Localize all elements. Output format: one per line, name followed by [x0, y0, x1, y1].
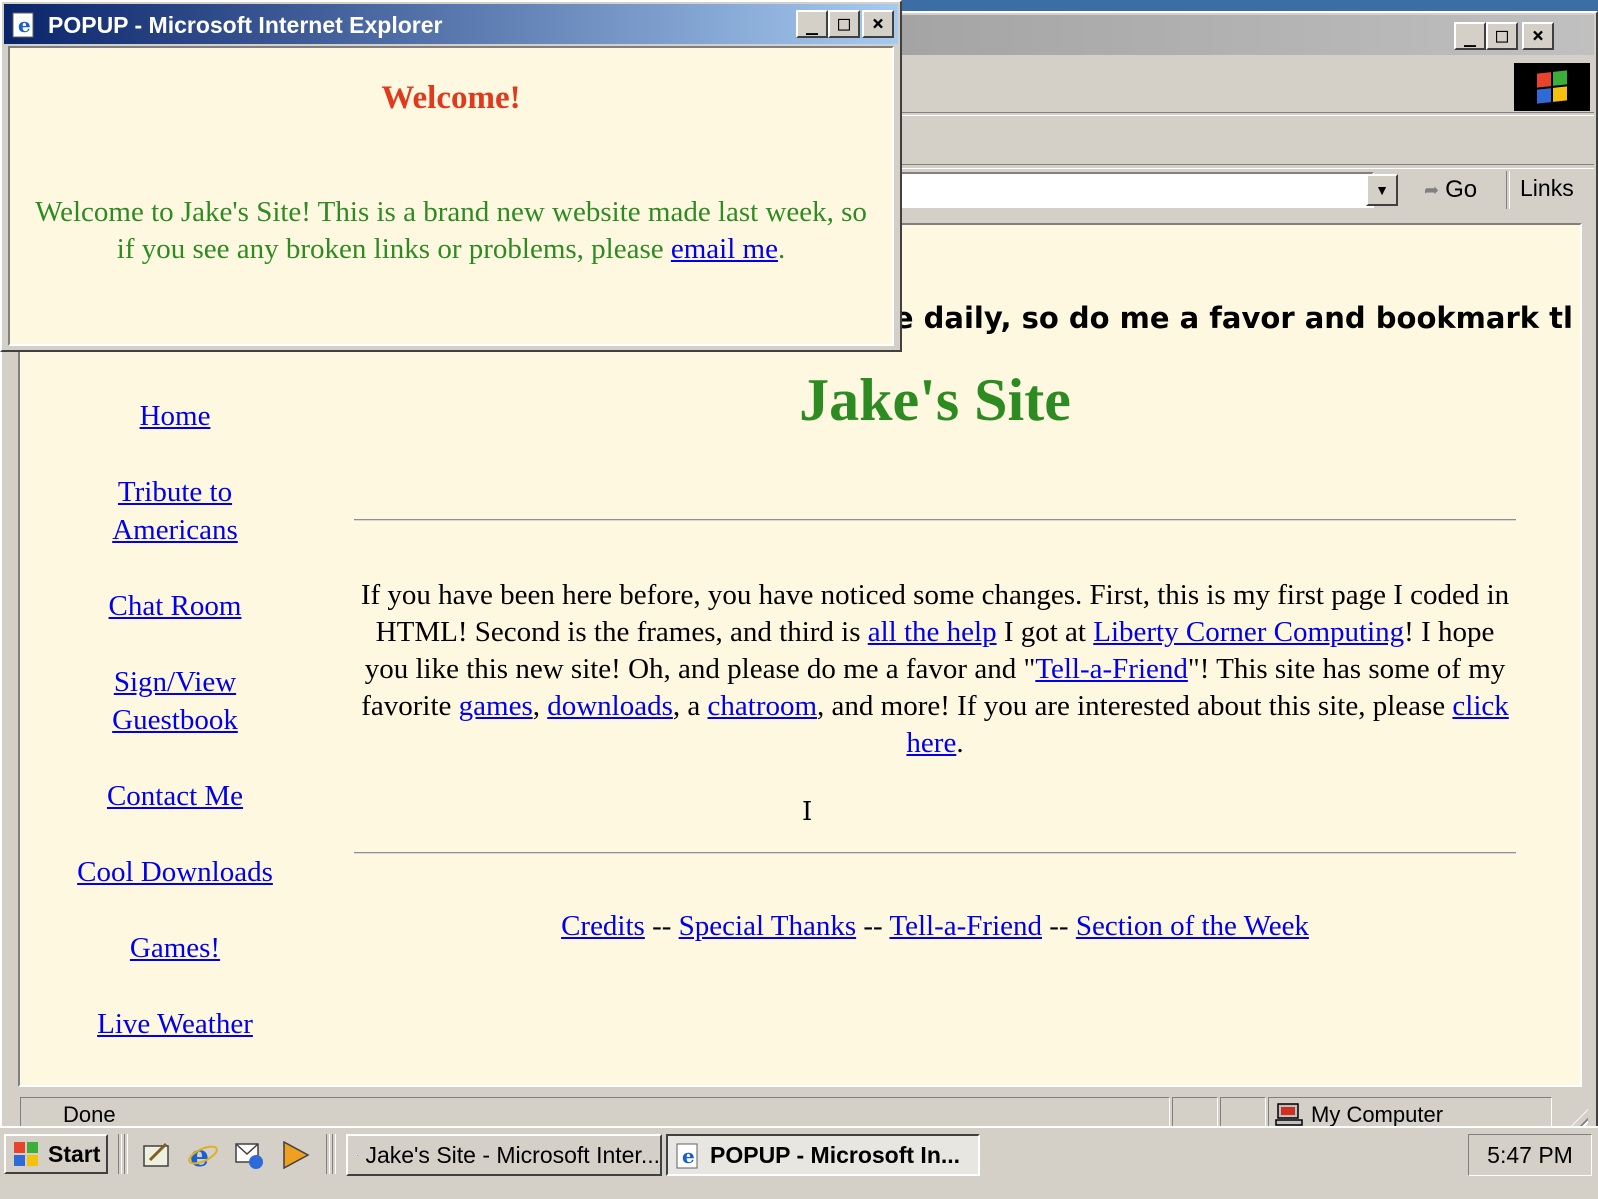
popup-window: e POPUP - Microsoft Internet Explorer _ …	[0, 0, 902, 352]
popup-content: Welcome! Welcome to Jake's Site! This is…	[8, 46, 894, 346]
link-special-thanks[interactable]: Special Thanks	[679, 910, 856, 942]
ie-icon: e	[676, 1143, 698, 1169]
link-footer-tell-a-friend[interactable]: Tell-a-Friend	[889, 910, 1042, 942]
sidebar-nav: Home Tribute to Americans Chat Room Sign…	[40, 397, 310, 1081]
scrolling-marquee: te daily, so do me a favor and bookmark …	[880, 301, 1573, 335]
page-content: te daily, so do me a favor and bookmark …	[18, 223, 1582, 1087]
nav-link-chat-room[interactable]: Chat Room	[40, 587, 310, 625]
intro-text: , and more! If you are interested about …	[817, 690, 1453, 722]
link-games[interactable]: games	[459, 690, 533, 722]
taskbar: Start e e Jake's Site - Microsoft Inter.…	[0, 1126, 1598, 1199]
clock[interactable]: 5:47 PM	[1487, 1142, 1573, 1169]
link-section-of-week[interactable]: Section of the Week	[1076, 910, 1309, 942]
toolbar-separator	[1506, 171, 1510, 209]
taskbar-separator	[332, 1134, 336, 1174]
intro-text: .	[956, 727, 964, 759]
start-button[interactable]: Start	[4, 1134, 108, 1174]
nav-link-downloads[interactable]: Cool Downloads	[40, 853, 310, 891]
taskbar-separator	[118, 1134, 122, 1174]
nav-link-contact[interactable]: Contact Me	[40, 777, 310, 815]
footer-links: Credits -- Special Thanks -- Tell-a-Frie…	[354, 910, 1516, 943]
footer-separator: --	[1042, 910, 1076, 942]
popup-text-end: .	[777, 233, 786, 265]
start-label: Start	[48, 1140, 101, 1167]
computer-icon	[1275, 1103, 1303, 1126]
address-dropdown-button[interactable]: ▼	[1366, 174, 1398, 206]
taskbar-separator	[326, 1134, 330, 1174]
link-all-the-help[interactable]: all the help	[868, 616, 997, 648]
footer-separator: --	[856, 910, 890, 942]
status-text: Done	[63, 1102, 116, 1127]
system-tray: 5:47 PM	[1468, 1134, 1592, 1176]
maximize-button[interactable]: □	[1486, 22, 1518, 50]
nav-link-tribute[interactable]: Tribute to Americans	[110, 473, 240, 549]
popup-title: POPUP - Microsoft Internet Explorer	[48, 12, 443, 38]
main-column: Jake's Site If you have been here before…	[354, 365, 1516, 943]
ie-icon: e	[12, 12, 34, 38]
intro-paragraph: If you have been here before, you have n…	[354, 577, 1516, 762]
task-button-popup[interactable]: e POPUP - Microsoft In...	[666, 1134, 980, 1176]
link-tell-a-friend[interactable]: Tell-a-Friend	[1035, 653, 1188, 685]
task-label: POPUP - Microsoft In...	[710, 1141, 961, 1168]
nav-link-guestbook[interactable]: Sign/View Guestbook	[105, 663, 245, 739]
intro-text: I got at	[996, 616, 1094, 648]
popup-heading: Welcome!	[381, 80, 521, 116]
task-button-jakes-site[interactable]: e Jake's Site - Microsoft Inter...	[346, 1134, 662, 1176]
task-label: Jake's Site - Microsoft Inter...	[365, 1141, 660, 1168]
site-title: Jake's Site	[799, 367, 1071, 433]
address-input[interactable]	[884, 172, 1374, 208]
divider	[354, 852, 1516, 854]
nav-link-weather[interactable]: Live Weather	[40, 1005, 310, 1043]
windows-logo-icon	[1514, 63, 1590, 111]
zone-text: My Computer	[1311, 1102, 1444, 1127]
outlook-icon[interactable]	[232, 1138, 266, 1172]
close-button[interactable]: ×	[1522, 22, 1554, 50]
go-label: Go	[1445, 176, 1478, 203]
start-logo-icon	[14, 1142, 38, 1166]
links-button[interactable]: Links	[1520, 175, 1574, 202]
minimize-button[interactable]: _	[1454, 22, 1486, 50]
popup-titlebar[interactable]: e POPUP - Microsoft Internet Explorer _ …	[4, 4, 898, 44]
link-liberty-corner[interactable]: Liberty Corner Computing	[1093, 616, 1404, 648]
media-player-icon[interactable]	[278, 1138, 312, 1172]
footer-separator: --	[644, 910, 679, 942]
popup-maximize-button[interactable]: □	[828, 10, 860, 38]
go-button[interactable]: ➦ Go	[1414, 171, 1494, 209]
nav-link-games[interactable]: Games!	[40, 929, 310, 967]
text-cursor-icon: I	[802, 797, 813, 827]
go-arrow-icon: ➦	[1424, 179, 1440, 200]
nav-link-home[interactable]: Home	[40, 397, 310, 435]
popup-close-button[interactable]: ×	[862, 10, 894, 38]
divider	[354, 519, 1516, 521]
show-desktop-icon[interactable]	[140, 1138, 174, 1172]
ie-icon: e	[356, 1153, 359, 1157]
svg-text:e: e	[18, 13, 31, 37]
link-credits[interactable]: Credits	[561, 910, 645, 942]
link-chatroom[interactable]: chatroom	[708, 690, 818, 722]
link-downloads[interactable]: downloads	[547, 690, 673, 722]
ie-icon[interactable]: e	[186, 1138, 220, 1172]
popup-message: Welcome to Jake's Site! This is a brand …	[30, 194, 872, 268]
intro-text: ,	[532, 690, 548, 722]
svg-text:e: e	[682, 1144, 695, 1168]
taskbar-separator	[124, 1134, 128, 1174]
email-link[interactable]: email me	[671, 233, 778, 265]
popup-minimize-button[interactable]: _	[796, 10, 828, 38]
intro-text: , a	[672, 690, 708, 722]
